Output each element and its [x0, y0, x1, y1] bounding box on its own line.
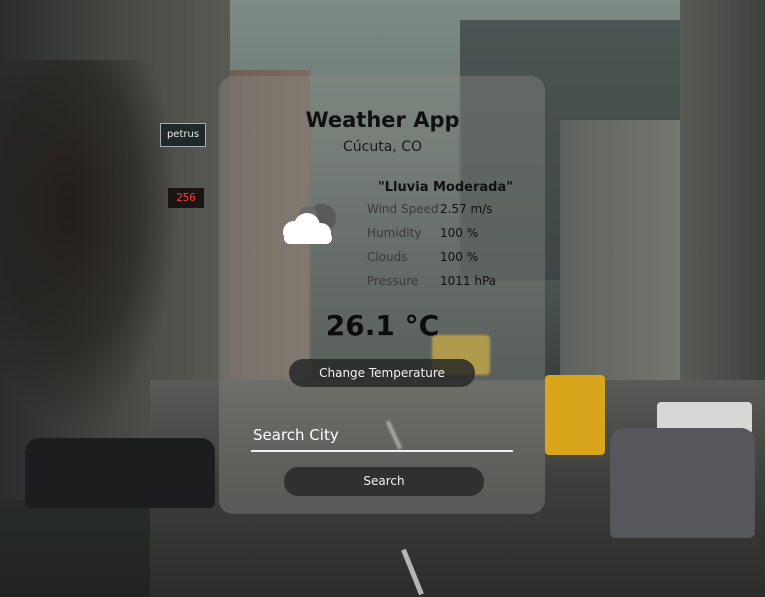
change-temperature-button[interactable]: Change Temperature — [289, 359, 475, 387]
weather-app-screen: petrus 256 Weather App Cúcuta, CO "Lluvi… — [0, 0, 765, 597]
stat-label: Pressure — [367, 274, 419, 288]
stat-value: 100 % — [440, 226, 479, 240]
background-bus — [545, 375, 605, 455]
cloud-icon — [283, 204, 336, 244]
stat-value: 2.57 m/s — [440, 202, 493, 216]
app-title: Weather App — [305, 108, 460, 132]
background-car — [610, 428, 755, 538]
search-button[interactable]: Search — [284, 467, 484, 496]
stat-value: 100 % — [440, 250, 479, 264]
stat-label: Wind Speed — [367, 202, 439, 216]
stat-label: Clouds — [367, 250, 408, 264]
street-temperature-display: 256 — [168, 188, 204, 208]
city-name: Cúcuta, CO — [343, 139, 422, 155]
search-city-input[interactable] — [251, 420, 513, 452]
stat-label: Humidity — [367, 226, 422, 240]
background-car — [25, 438, 215, 508]
background-building — [680, 0, 765, 420]
stat-value: 1011 hPa — [440, 274, 497, 288]
temperature-readout: 26.1 °C — [325, 309, 440, 342]
weather-description: "Lluvia Moderada" — [378, 180, 514, 195]
